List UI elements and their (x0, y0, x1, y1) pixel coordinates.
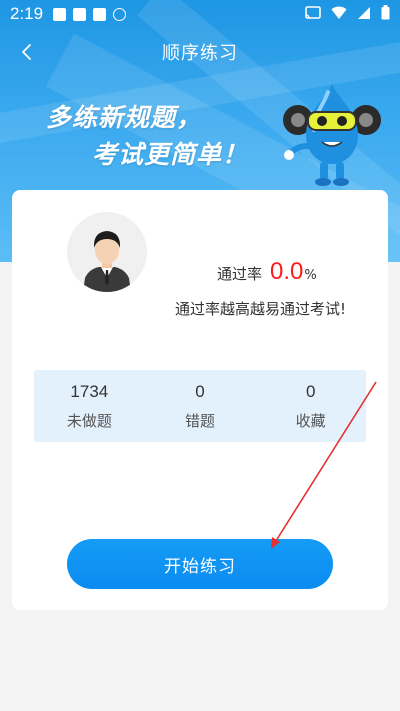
stat-wrong-label: 错题 (185, 411, 216, 430)
status-bar: 2:19 (0, 0, 400, 28)
signal-icon (358, 6, 370, 19)
slogan-line-1: 多练新规题， (46, 103, 203, 132)
practice-card: 通过率 0.0 % 通过率越高越易通过考试! 1734 未做题 0 错题 0 收… (12, 190, 388, 610)
shield-notification-icon (113, 7, 127, 21)
stat-wrong-value: 0 (195, 381, 205, 401)
avatar (67, 212, 147, 292)
stat-undone-label: 未做题 (66, 411, 112, 430)
chevron-left-icon (22, 44, 31, 60)
battery-icon (381, 5, 390, 20)
stat-undone[interactable]: 1734 未做题 (34, 370, 145, 442)
gallery-notification-icon (53, 7, 67, 21)
slogan-line-2: 考试更简单！ (92, 140, 249, 169)
stats-panel: 1734 未做题 0 错题 0 收藏 (34, 370, 366, 442)
app-notification-icon (73, 7, 87, 21)
cast-icon (305, 5, 321, 19)
back-button[interactable] (8, 32, 44, 72)
nav-bar: 顺序练习 (0, 28, 400, 76)
page-title: 顺序练习 (162, 43, 238, 64)
font-notification-icon (93, 7, 107, 21)
pass-rate-label: 通过率 (217, 265, 263, 283)
pass-rate-tip: 通过率越高越易通过考试! (175, 300, 347, 318)
mascot-illustration (283, 84, 381, 186)
pass-rate-unit: % (304, 268, 317, 283)
wifi-icon (331, 6, 347, 19)
pass-rate: 通过率 0.0 % (217, 258, 317, 286)
stat-favorites-label: 收藏 (295, 411, 326, 430)
user-avatar-icon (67, 212, 147, 292)
pass-rate-value: 0.0 (270, 258, 304, 285)
stat-favorites-value: 0 (305, 381, 316, 401)
start-practice-button[interactable]: 开始练习 (67, 539, 333, 589)
status-time: 2:19 (10, 4, 44, 23)
stat-wrong[interactable]: 0 错题 (145, 370, 256, 442)
stat-favorites[interactable]: 0 收藏 (255, 370, 366, 442)
stat-undone-value: 1734 (70, 381, 109, 401)
